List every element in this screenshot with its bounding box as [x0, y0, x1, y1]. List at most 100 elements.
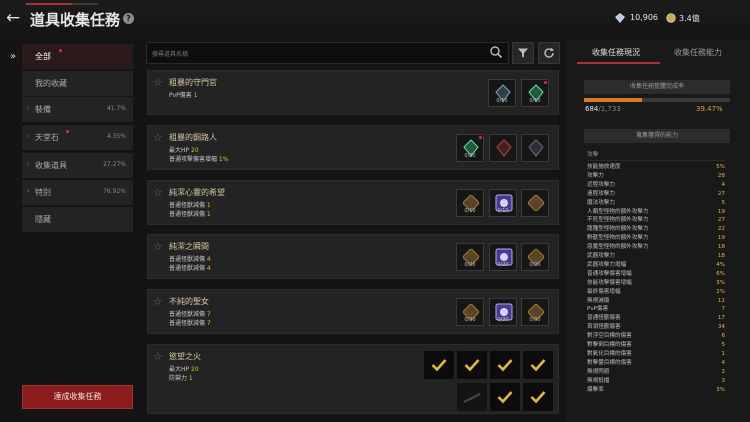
- stat-value: 5%: [716, 164, 725, 170]
- quest-card[interactable]: ☆ 慾望之火 最大HP 20 防禦力 1: [147, 344, 559, 414]
- page-title: 道具收集任務: [30, 11, 121, 29]
- stat-label: 惡魔型怪物的額外攻擊力: [587, 244, 649, 251]
- stat-label: 無視閃避: [587, 368, 610, 375]
- search-icon[interactable]: [489, 45, 503, 59]
- quest-stat: 普通怪獸減傷 1: [169, 202, 211, 209]
- stat-value: 27: [717, 217, 725, 224]
- stat-row: 普通攻擊傷害增幅 6%: [587, 270, 725, 278]
- search-input[interactable]: 搜尋道具名稱: [146, 42, 509, 64]
- quest-card[interactable]: ☆ 不純的聖女 普通怪獸減傷 7 普通怪獸減傷 7 0/30 0/30 0/30: [147, 289, 559, 334]
- stat-row: 遠程攻擊力 27: [587, 190, 725, 198]
- sidebar-item-heavenstone[interactable]: › 天堂石 4.35%: [22, 125, 133, 150]
- item-slot[interactable]: [457, 383, 487, 411]
- quest-card[interactable]: ☆ 粗暴的守門官 PvP傷害 1 0/10 0/10: [147, 70, 559, 115]
- tab-collection-ability[interactable]: 收集任務能力: [674, 47, 722, 58]
- stat-row: 無視閃避 2: [587, 368, 725, 376]
- sidebar-item-all[interactable]: 全部: [22, 44, 133, 69]
- new-dot: [479, 136, 482, 139]
- stat-label: 不死型怪物的額外攻擊力: [587, 217, 649, 224]
- item-slot[interactable]: [489, 134, 517, 162]
- stat-label: 對氣化目標的傷害: [587, 350, 632, 357]
- item-slot[interactable]: 0/20: [456, 134, 484, 162]
- item-slot[interactable]: 0/30: [456, 298, 484, 326]
- sidebar-item-equipment[interactable]: › 裝備 41.7%: [22, 97, 133, 122]
- item-slot[interactable]: 0/10: [488, 79, 516, 107]
- filter-icon: [518, 48, 528, 58]
- item-slot[interactable]: 0/30: [489, 298, 517, 326]
- chevron-right-icon: ›: [27, 160, 30, 168]
- stat-value: 7: [721, 306, 725, 313]
- help-icon[interactable]: ?: [123, 13, 134, 24]
- check-icon: [530, 391, 546, 404]
- item-slot[interactable]: 0/10: [521, 79, 549, 107]
- quest-card[interactable]: ☆ 粗暴的鋼路人 最大HP 20 普通攻擊傷害增幅 1% 0/20: [147, 125, 559, 170]
- stat-value: 17: [717, 315, 725, 322]
- stat-value: 2%: [716, 288, 725, 295]
- item-slot[interactable]: [521, 134, 549, 162]
- progress-percent: 39.47%: [696, 105, 723, 113]
- quest-stat: 普通怪獸減傷 4: [169, 265, 211, 272]
- quest-card[interactable]: ☆ 純潔心靈的希望 普通怪獸減傷 1 普通怪獸減傷 1 0/10 0/10: [147, 180, 559, 225]
- diamond-count: 10,906: [630, 13, 658, 22]
- stat-row: 技能攻擊傷害增幅 3%: [587, 279, 725, 287]
- diamond-icon: [615, 13, 625, 23]
- stat-row: 野獸型怪物的額外攻擊力 19: [587, 234, 725, 242]
- stat-row: 人類型怪物的額外攻擊力 19: [587, 208, 725, 216]
- stat-row: 對浮空目標的傷害 6: [587, 332, 725, 340]
- stat-value: 22: [717, 226, 725, 233]
- stat-label: 遠程攻擊力: [587, 190, 615, 197]
- stat-value: 6%: [716, 270, 725, 277]
- stat-row: 惡魔型怪物的額外攻擊力 18: [587, 243, 725, 251]
- back-arrow-icon[interactable]: ←: [6, 8, 26, 28]
- check-icon: [497, 391, 513, 404]
- item-slot[interactable]: 0/10: [489, 189, 517, 217]
- completed-slot: [523, 383, 553, 411]
- stat-label: 人類型怪物的額外攻擊力: [587, 208, 649, 215]
- star-icon[interactable]: ☆: [153, 350, 163, 363]
- sidebar-item-hidden[interactable]: 隱藏: [22, 207, 133, 232]
- item-slot[interactable]: 0/30: [521, 298, 549, 326]
- stat-value: 4%: [716, 261, 725, 268]
- chevron-right-icon: ›: [27, 187, 30, 195]
- coin-icon: [666, 13, 676, 23]
- filter-button[interactable]: [512, 42, 534, 64]
- item-slot[interactable]: 0/10: [456, 189, 484, 217]
- stat-value: 3%: [716, 279, 725, 286]
- quest-stat: 普通怪獸減傷 7: [169, 311, 211, 318]
- stat-label: 對浮空目標的傷害: [587, 333, 632, 340]
- hp-bar: [26, 3, 98, 5]
- item-slot[interactable]: 0/20: [489, 243, 517, 271]
- stat-value: 1: [721, 350, 725, 357]
- star-icon[interactable]: ☆: [153, 186, 163, 199]
- stat-label: 普通怪獸傷害: [587, 315, 621, 322]
- sidebar-item-collect-items[interactable]: › 收集道具 27.27%: [22, 153, 133, 178]
- star-icon[interactable]: ☆: [153, 131, 163, 144]
- star-icon[interactable]: ☆: [153, 240, 163, 253]
- star-icon[interactable]: ☆: [153, 295, 163, 308]
- stat-row: PvP傷害 7: [587, 305, 725, 313]
- completed-slot: [490, 383, 520, 411]
- new-dot: [66, 130, 69, 133]
- stat-label: 武器攻擊力: [587, 253, 615, 259]
- progress-header: 收集任務整體完成率: [584, 80, 730, 94]
- tab-collection-status[interactable]: 收集任務現況: [592, 47, 640, 58]
- quest-card[interactable]: ☆ 純潔之瞬間 普通怪獸減傷 4 普通怪獸減傷 4 0/20 0/20 0/20: [147, 234, 559, 279]
- item-slot[interactable]: 0/20: [456, 243, 484, 271]
- stat-row: 無視抵擋 3: [587, 377, 725, 385]
- stat-label: 近程攻擊力: [587, 181, 615, 188]
- item-slot[interactable]: 0/20: [521, 243, 549, 271]
- item-slot[interactable]: [521, 189, 549, 217]
- sidebar-item-special[interactable]: › 特別 76.92%: [22, 180, 133, 205]
- sidebar-item-favorites[interactable]: 我的收藏: [22, 71, 133, 96]
- quest-stat: 普通攻擊傷害增幅 1%: [169, 156, 229, 163]
- stat-label: 技能施放速度: [587, 164, 621, 170]
- active-tab-indicator: [577, 62, 660, 64]
- refresh-button[interactable]: [538, 42, 560, 64]
- star-icon[interactable]: ☆: [153, 76, 163, 89]
- stat-value: 3%: [716, 386, 725, 393]
- chevron-right-icon: ›: [27, 104, 30, 112]
- stat-row: 首領怪獸傷害 34: [587, 323, 725, 331]
- stat-row: 武器攻擊力 18: [587, 252, 725, 260]
- stat-row: 攻擊力 28: [587, 172, 725, 180]
- complete-collection-button[interactable]: 達成收集任務: [22, 385, 133, 409]
